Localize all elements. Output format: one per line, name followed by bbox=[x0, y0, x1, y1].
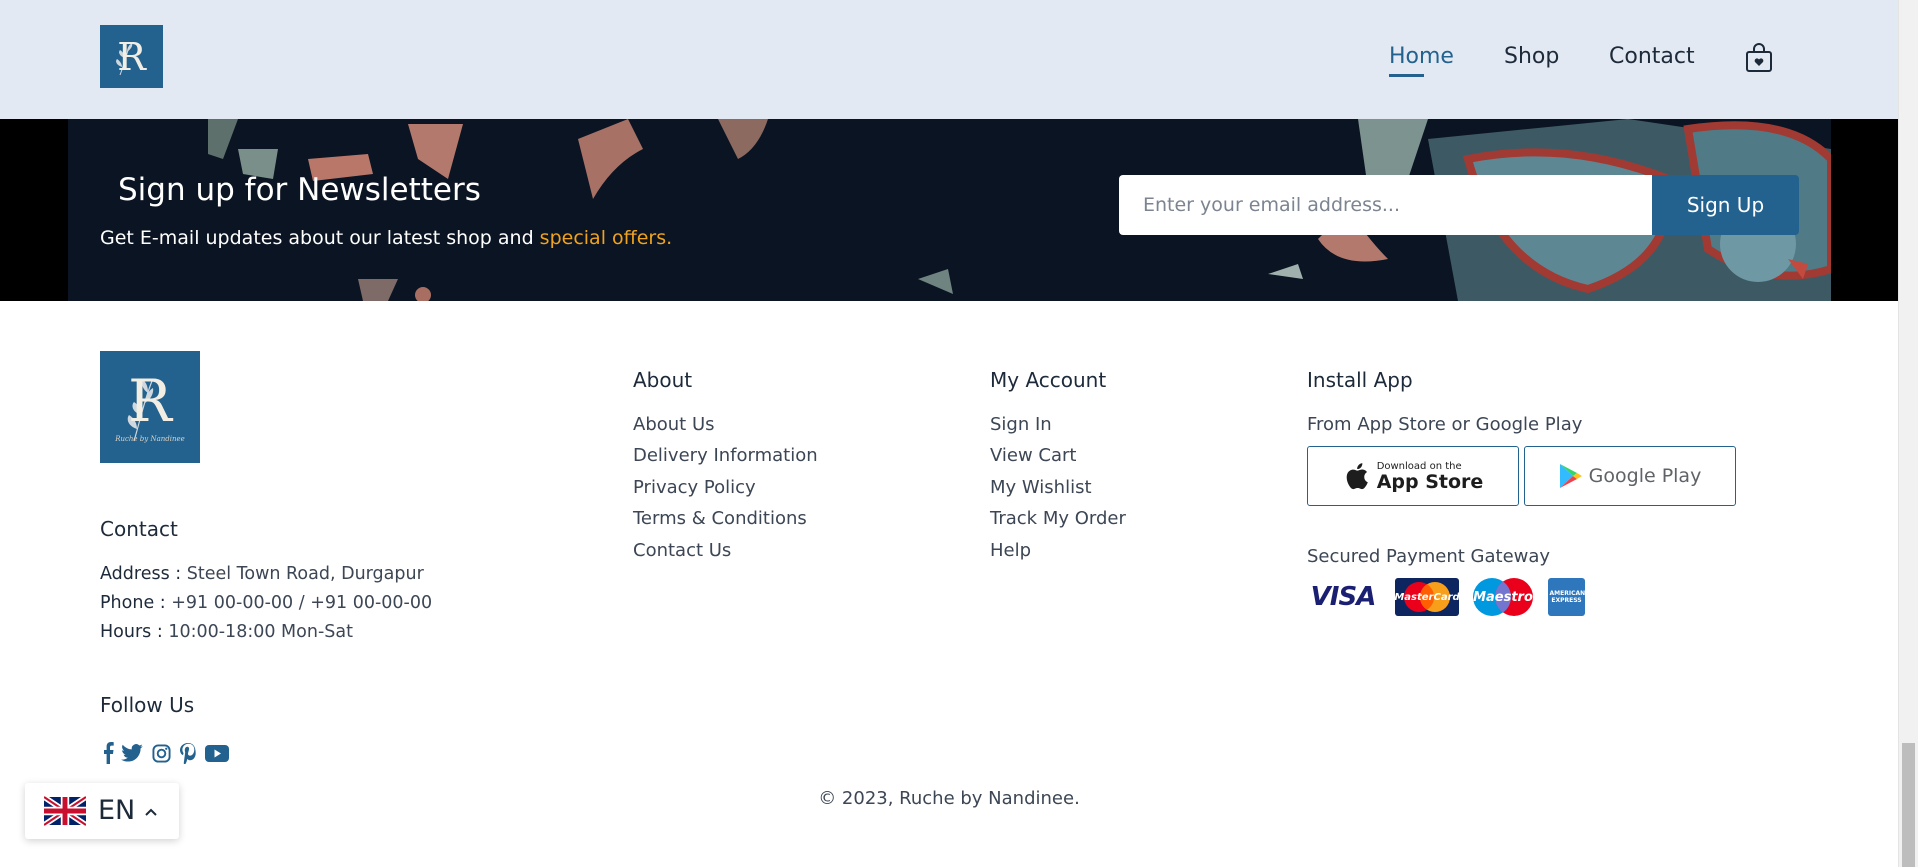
contact-address: Address : Steel Town Road, Durgapur bbox=[100, 564, 424, 584]
copyright-text: © 2023, Ruche by Nandinee. bbox=[818, 788, 1080, 809]
mastercard-text: MasterCard bbox=[1394, 591, 1460, 603]
contact-hours: Hours : 10:00-18:00 Mon-Sat bbox=[100, 622, 353, 642]
footer-link-about-us[interactable]: About Us bbox=[633, 414, 715, 435]
app-store-button[interactable]: Download on the App Store bbox=[1307, 446, 1519, 506]
newsletter-subtitle: Get E-mail updates about our latest shop… bbox=[100, 227, 672, 249]
language-switcher[interactable]: EN bbox=[25, 783, 179, 839]
instagram-icon[interactable] bbox=[150, 742, 172, 764]
contact-phone: Phone : +91 00-00-00 / +91 00-00-00 bbox=[100, 593, 432, 613]
install-app-heading: Install App bbox=[1307, 368, 1413, 392]
facebook-icon[interactable] bbox=[97, 742, 119, 764]
footer-link-sign-in[interactable]: Sign In bbox=[990, 414, 1052, 435]
address-label: Address : bbox=[100, 564, 182, 584]
contact-heading: Contact bbox=[100, 517, 178, 541]
footer-logo-letter: R bbox=[128, 367, 172, 435]
footer-link-contact-us[interactable]: Contact Us bbox=[633, 540, 731, 561]
newsletter-email-input[interactable] bbox=[1119, 175, 1652, 235]
payment-heading: Secured Payment Gateway bbox=[1307, 546, 1551, 567]
app-store-big-text: App Store bbox=[1376, 470, 1484, 493]
scrollbar-thumb[interactable] bbox=[1902, 743, 1915, 867]
nav-shop[interactable]: Shop bbox=[1504, 44, 1559, 69]
pinterest-icon[interactable] bbox=[177, 742, 199, 764]
uk-flag-icon bbox=[44, 796, 86, 826]
newsletter-title: Sign up for Newsletters bbox=[118, 172, 481, 208]
nav-contact[interactable]: Contact bbox=[1609, 44, 1695, 69]
visa-logo: VISA bbox=[1307, 578, 1379, 616]
footer-link-view-cart[interactable]: View Cart bbox=[990, 445, 1077, 466]
maestro-logo: Maestro bbox=[1470, 578, 1536, 616]
footer-link-my-wishlist[interactable]: My Wishlist bbox=[990, 477, 1092, 498]
newsletter-signup-button[interactable]: Sign Up bbox=[1652, 175, 1799, 235]
account-heading: My Account bbox=[990, 368, 1107, 392]
visa-text: VISA bbox=[1310, 582, 1377, 612]
newsletter-subtitle-text: Get E-mail updates about our latest shop… bbox=[100, 227, 540, 249]
about-heading: About bbox=[633, 368, 693, 392]
google-play-button[interactable]: Google Play bbox=[1524, 446, 1736, 506]
nav-home[interactable]: Home bbox=[1389, 44, 1454, 69]
nav-active-underline bbox=[1389, 74, 1424, 77]
google-play-icon bbox=[1559, 464, 1582, 488]
mastercard-logo: MasterCard bbox=[1394, 578, 1460, 616]
hours-label: Hours : bbox=[100, 622, 163, 642]
install-app-subtitle: From App Store or Google Play bbox=[1307, 414, 1583, 435]
footer-link-privacy-policy[interactable]: Privacy Policy bbox=[633, 477, 756, 498]
maestro-text: Maestro bbox=[1473, 589, 1533, 605]
phone-value: +91 00-00-00 / +91 00-00-00 bbox=[171, 593, 433, 613]
footer-link-track-my-order[interactable]: Track My Order bbox=[990, 508, 1126, 529]
chevron-up-icon bbox=[145, 808, 157, 816]
site-header: R Home Shop Contact bbox=[0, 0, 1898, 119]
google-play-text: Google Play bbox=[1588, 465, 1702, 487]
language-code: EN bbox=[98, 795, 136, 826]
follow-heading: Follow Us bbox=[100, 693, 195, 717]
hours-value: 10:00-18:00 Mon-Sat bbox=[168, 622, 353, 642]
address-value: Steel Town Road, Durgapur bbox=[186, 564, 424, 584]
footer-link-terms-conditions[interactable]: Terms & Conditions bbox=[633, 508, 807, 529]
page-scrollbar[interactable] bbox=[1898, 0, 1918, 867]
amex-logo: AMERICAN EXPRESS bbox=[1548, 578, 1585, 616]
footer-logo-caption: Ruche by Nandinee bbox=[115, 435, 185, 443]
amex-text: AMERICAN EXPRESS bbox=[1549, 590, 1586, 604]
footer-link-delivery-information[interactable]: Delivery Information bbox=[633, 445, 818, 466]
youtube-icon[interactable] bbox=[205, 742, 229, 764]
footer-brand-logo[interactable]: R Ruche by Nandinee bbox=[100, 351, 200, 463]
newsletter-subtitle-highlight: special offers. bbox=[539, 227, 673, 249]
shopping-bag-icon[interactable] bbox=[1745, 43, 1773, 73]
twitter-icon[interactable] bbox=[121, 742, 143, 764]
brand-logo[interactable]: R bbox=[100, 25, 163, 88]
phone-label: Phone : bbox=[100, 593, 166, 613]
app-store-small-text: Download on the bbox=[1376, 460, 1462, 472]
apple-icon bbox=[1346, 463, 1368, 490]
footer-link-help[interactable]: Help bbox=[990, 540, 1031, 561]
logo-letter: R bbox=[117, 34, 146, 79]
